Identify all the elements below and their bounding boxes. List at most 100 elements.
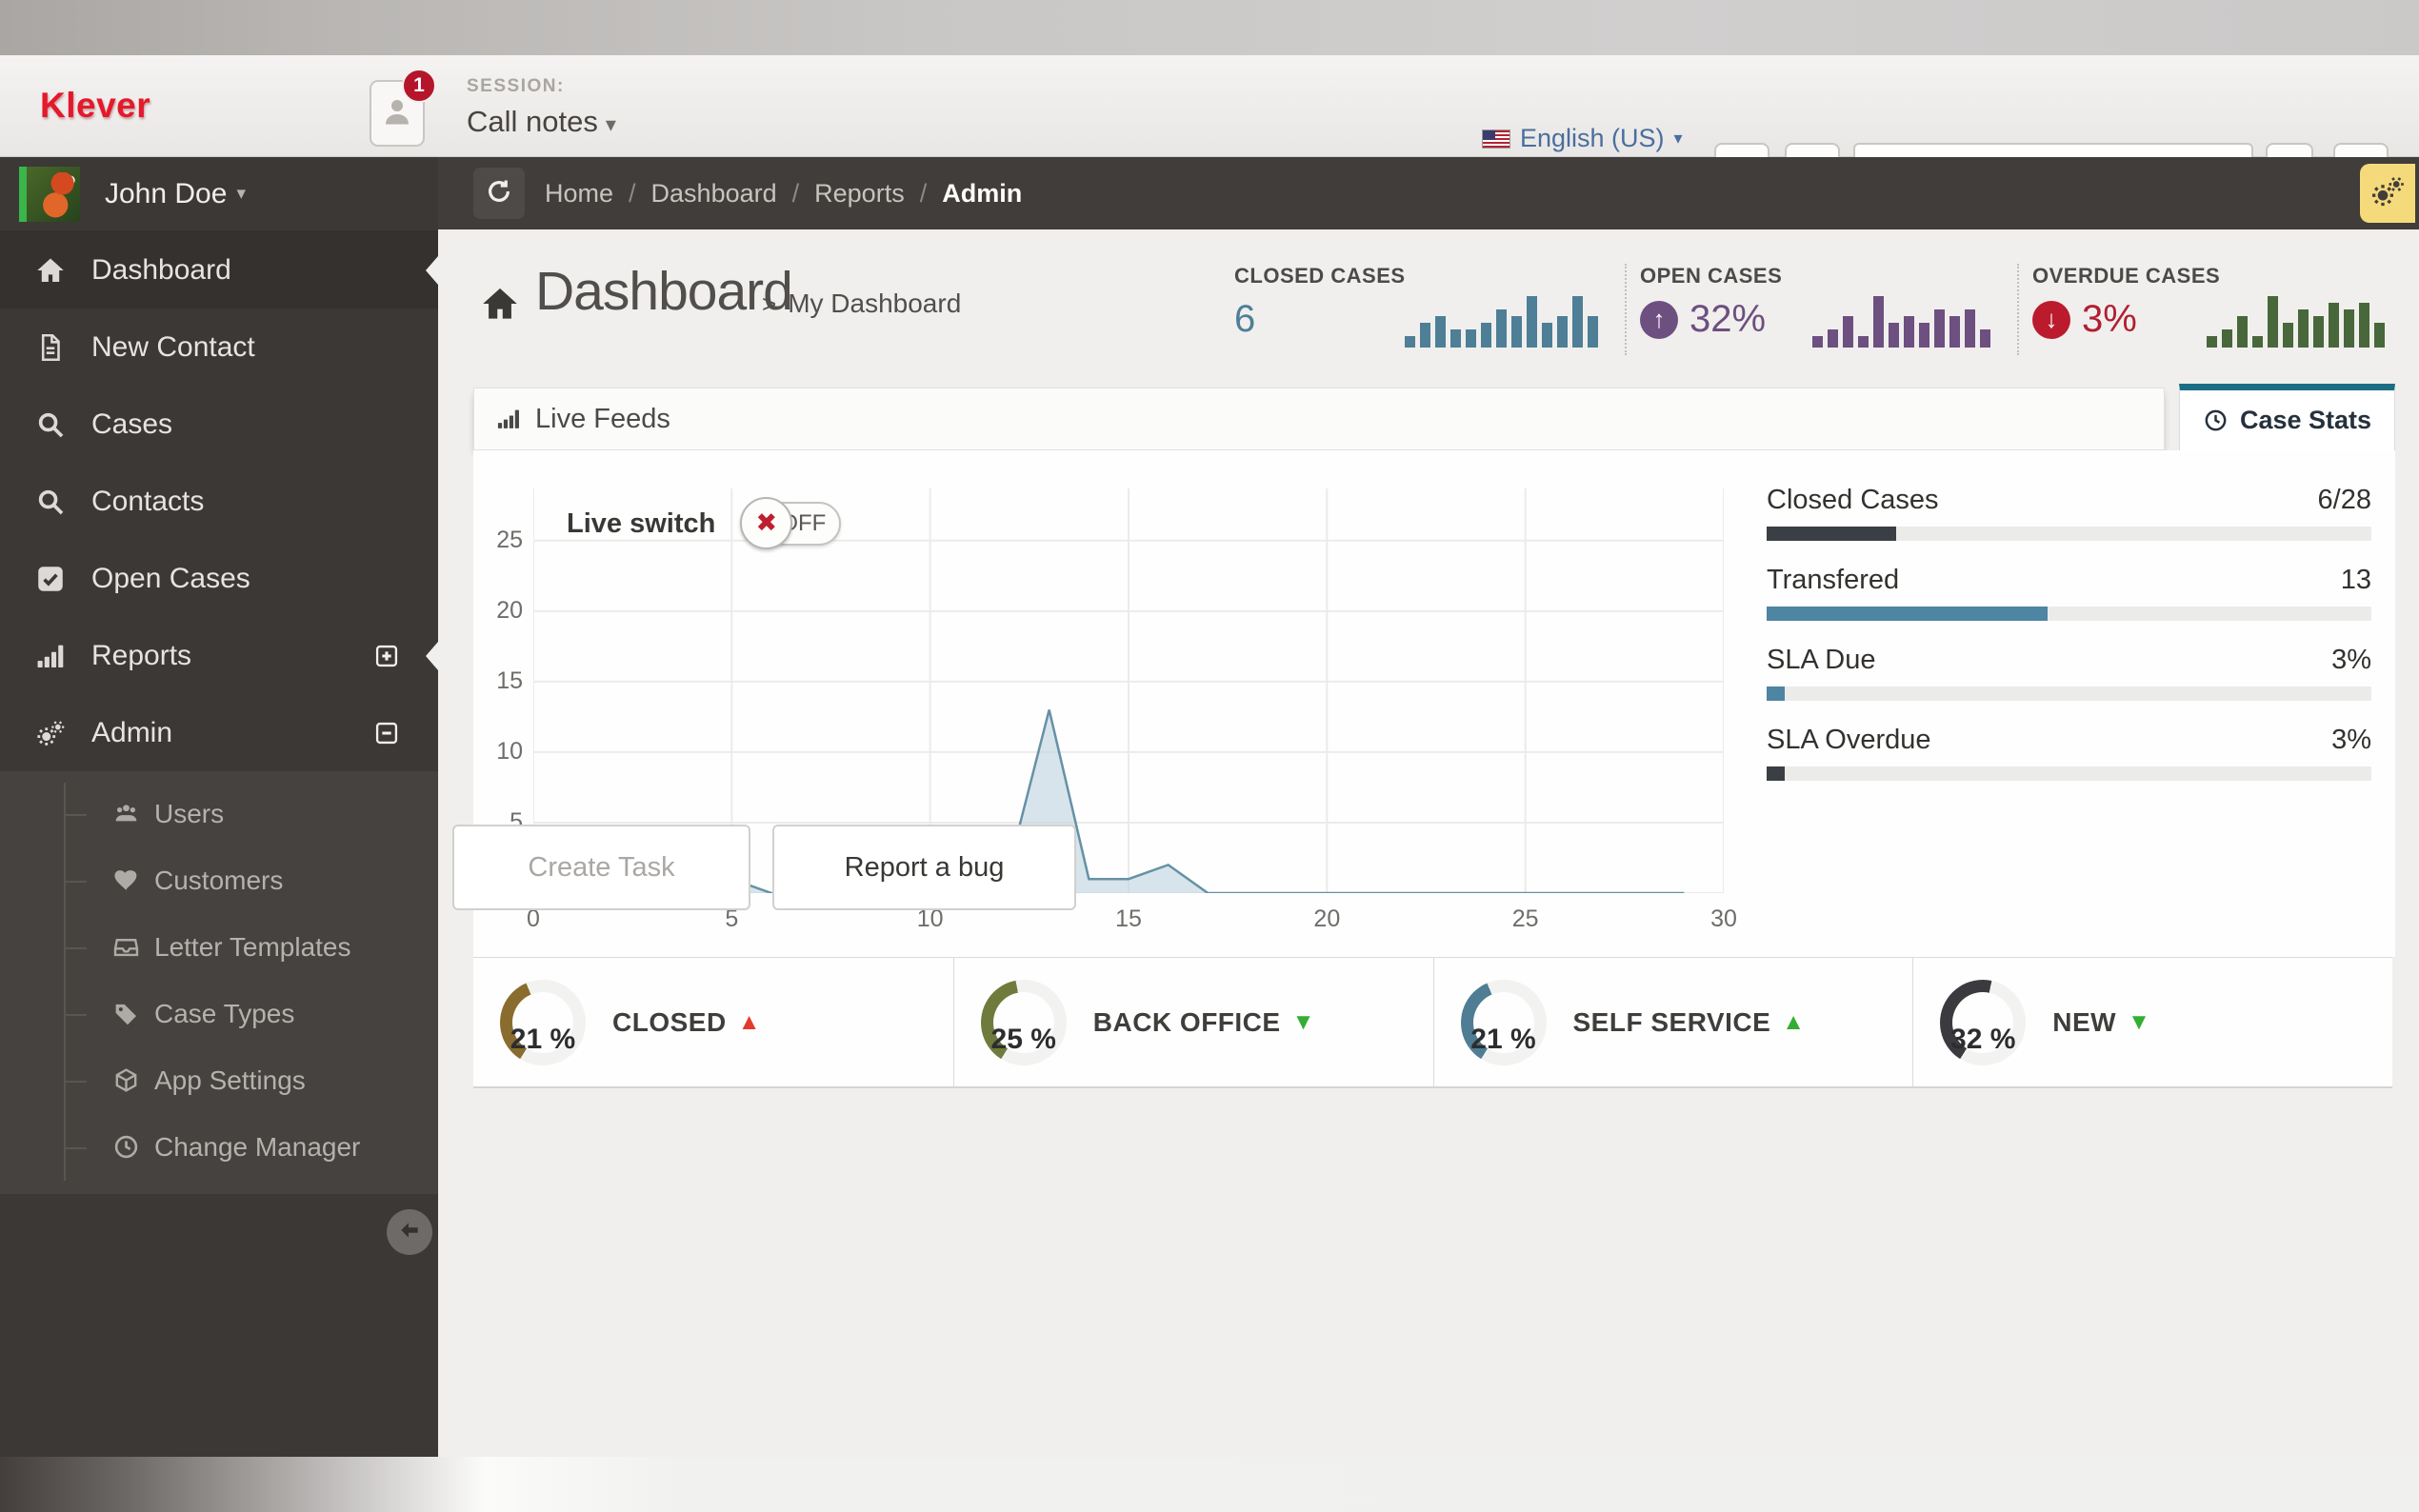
up-triangle-icon: ▲ [1782, 1008, 1806, 1035]
active-item-notch [426, 255, 438, 285]
letterbox-bottom [0, 1457, 2419, 1512]
sidebar-item-new-contact[interactable]: New Contact [0, 308, 438, 386]
tab-case-stats[interactable]: Case Stats [2179, 384, 2395, 450]
stat-overdue-cases: OVERDUE CASES ↓ 3% [2017, 264, 2411, 355]
refresh-button[interactable] [473, 168, 525, 219]
sidebar-item-open-cases[interactable]: Open Cases [0, 540, 438, 617]
letterbox-top [0, 0, 2419, 55]
gauge-value: 21 % [510, 1024, 576, 1056]
session-block: SESSION: Call notes ▾ [467, 76, 616, 139]
sidebar-item-label: Cases [91, 408, 173, 440]
progress-track [1767, 607, 2371, 621]
breadcrumb-bar: Home / Dashboard / Reports / Admin [438, 157, 2419, 229]
stat-sparkline [1812, 290, 1990, 348]
sidebar-item-reports[interactable]: Reports [0, 617, 438, 694]
sidebar-item-customers[interactable]: Customers [0, 847, 438, 914]
stat-value: 6 [1234, 298, 1256, 340]
progress-fill [1767, 766, 1786, 781]
stat-open-cases: OPEN CASES ↑ 32% [1625, 264, 2017, 355]
sidebar-item-case-types[interactable]: Case Types [0, 981, 438, 1047]
inbox-icon [112, 933, 141, 962]
y-axis-tick: 10 [496, 737, 523, 765]
x-axis-tick: 20 [1313, 905, 1341, 932]
user-menu[interactable]: John Doe ▾ [0, 157, 438, 231]
breadcrumb-link-reports[interactable]: Reports [814, 179, 905, 209]
user-name: John Doe [105, 177, 228, 209]
breadcrumb-link-home[interactable]: Home [545, 179, 613, 209]
tab-live-feeds[interactable]: Live Feeds [473, 388, 2165, 450]
gauge-label: SELF SERVICE [1572, 1006, 1771, 1037]
sidebar-item-cases[interactable]: Cases [0, 386, 438, 463]
sidebar-item-change-manager[interactable]: Change Manager [0, 1114, 438, 1181]
sidebar-item-app-settings[interactable]: App Settings [0, 1047, 438, 1114]
tree-dash [64, 881, 87, 883]
sidebar-item-label: Customers [154, 865, 284, 895]
breadcrumb-separator: / [791, 178, 800, 208]
report-bug-button[interactable]: Report a bug [772, 825, 1076, 910]
sidebar-menu: Dashboard New Contact Cases Contacts Open Ca… [0, 231, 438, 1194]
y-axis-tick: 20 [496, 596, 523, 624]
x-axis-tick: 25 [1511, 905, 1539, 932]
session-label: SESSION: [467, 76, 565, 96]
settings-button[interactable] [2360, 164, 2415, 223]
progress-track [1767, 686, 2371, 701]
tree-dash [64, 814, 87, 816]
check-square-icon [34, 562, 69, 596]
gauge-ring: 25 % [980, 979, 1067, 1065]
stat-label: OVERDUE CASES [2032, 264, 2221, 288]
metric-value: 13 [2340, 565, 2371, 595]
gears-icon [2369, 172, 2407, 215]
page-title: Dashboard [535, 261, 793, 322]
progress-track [1767, 527, 2371, 541]
sidebar-item-contacts[interactable]: Contacts [0, 463, 438, 540]
chevron-down-icon: ▾ [1673, 129, 1683, 148]
sidebar-collapse-button[interactable] [387, 1209, 432, 1255]
stat-label: CLOSED CASES [1234, 264, 1406, 288]
chevron-down-icon: ▾ [605, 112, 616, 136]
gauge-value: 21 % [1470, 1024, 1536, 1056]
up-arrow-icon: ↑ [1640, 300, 1678, 339]
sidebar-item-label: Dashboard [91, 253, 231, 286]
progress-fill [1767, 607, 2048, 621]
sidebar-item-admin[interactable]: Admin [0, 694, 438, 771]
stat-sparkline [1405, 290, 1598, 348]
tree-dash [64, 947, 87, 949]
up-triangle-icon: ▲ [737, 1008, 761, 1035]
metric-label-transfered: Transfered [1767, 565, 1900, 595]
sidebar-item-label: Admin [91, 716, 173, 748]
panel-body: Live switch OFF ✖ 0510152025051015202530… [452, 450, 2395, 957]
progress-track [1767, 766, 2371, 781]
minus-square-icon[interactable] [373, 720, 400, 746]
page-subtitle: > My Dashboard [762, 288, 962, 318]
case-stats-metrics: Closed Cases 6/28 Transfered 13 SLA Due 3% SLA… [1767, 450, 2371, 957]
refresh-icon [485, 177, 513, 210]
heart-icon [112, 866, 141, 895]
gauge-label: BACK OFFICE [1092, 1006, 1281, 1037]
session-dropdown[interactable]: Call notes ▾ [467, 105, 616, 139]
plus-square-icon[interactable] [373, 643, 400, 669]
live-switch-toggle[interactable]: OFF ✖ [740, 497, 842, 549]
breadcrumb: Home / Dashboard / Reports / Admin [545, 157, 1022, 229]
create-task-button[interactable]: Create Task [452, 825, 750, 910]
down-arrow-icon: ↓ [2032, 300, 2070, 339]
sidebar-item-users[interactable]: Users [0, 781, 438, 847]
sidebar-item-letter-templates[interactable]: Letter Templates [0, 914, 438, 981]
avatar [19, 166, 80, 222]
metric-value: 6/28 [2317, 485, 2371, 515]
sidebar-item-label: Contacts [91, 485, 205, 517]
chevron-down-icon: ▾ [236, 184, 246, 204]
x-axis-tick: 30 [1710, 905, 1737, 932]
sidebar-item-label: Case Types [154, 999, 295, 1028]
x-axis-tick: 15 [1115, 905, 1142, 932]
breadcrumb-link-dashboard[interactable]: Dashboard [651, 179, 777, 209]
language-selector[interactable]: English (US) ▾ [1482, 124, 1683, 153]
bar-chart-icon [34, 639, 69, 673]
file-icon [34, 330, 69, 365]
sidebar-submenu-admin: Users Customers Letter Templates Case Types… [0, 771, 438, 1194]
bar-chart-icon [495, 406, 522, 432]
stat-label: OPEN CASES [1640, 264, 1783, 288]
users-icon [112, 800, 141, 828]
gauge-value: 32 % [1950, 1024, 2016, 1056]
gauge-label: NEW [2052, 1006, 2117, 1037]
sidebar-item-dashboard[interactable]: Dashboard [0, 231, 438, 308]
